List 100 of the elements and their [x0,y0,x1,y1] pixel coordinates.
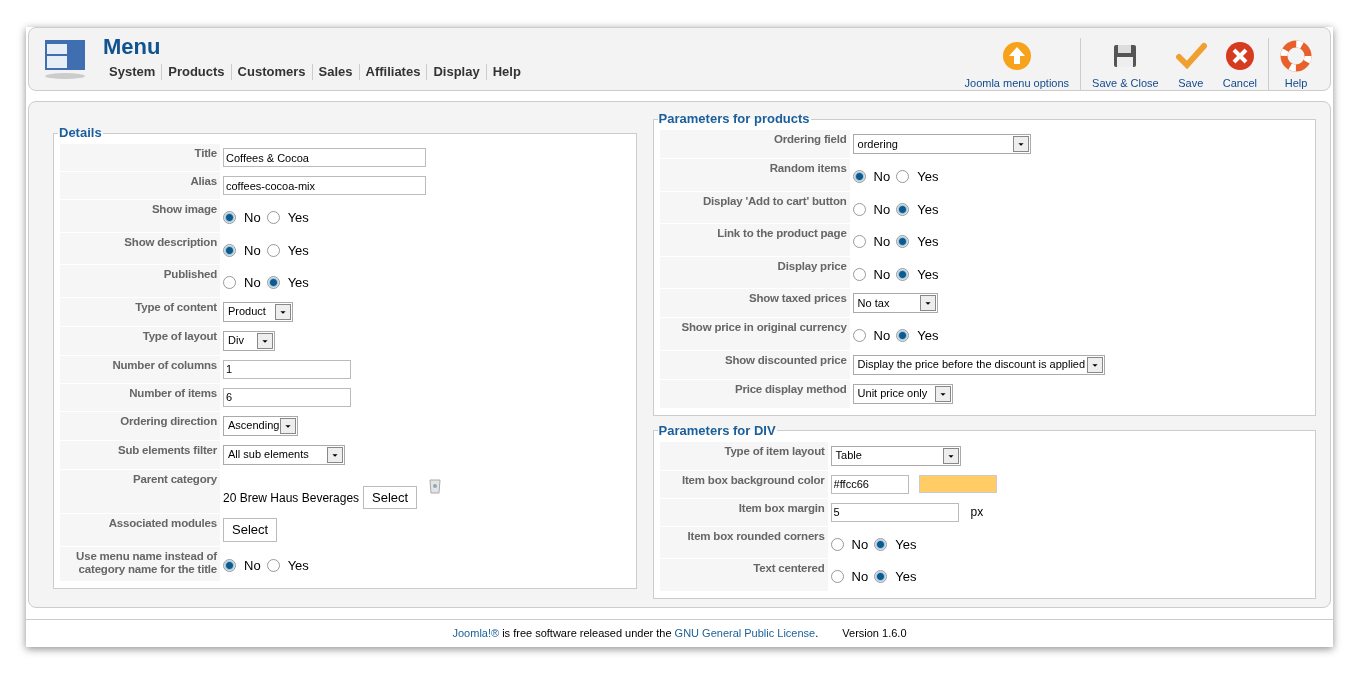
field-label: Show taxed prices [659,289,850,317]
text-field[interactable]: 1 [223,359,351,379]
radio-button[interactable] [223,211,236,225]
field-label: Number of items [60,383,220,411]
field-label: Ordering field [659,130,850,158]
toolbar-button[interactable]: Joomla menu options [956,38,1078,94]
unit-label: px [970,504,984,521]
dropdown[interactable]: Product [223,301,293,322]
text-field[interactable]: #ffcc66 [830,474,909,494]
checkmark-icon [1174,40,1207,72]
radio-label: No [873,265,891,284]
radio-label: Yes [895,568,917,586]
dropdown[interactable]: Unit price only [852,383,953,404]
radio-label: Yes [287,241,309,260]
field-label: Show description [60,232,220,264]
menu-link[interactable]: System [103,64,162,80]
radio-button[interactable] [223,276,236,290]
field-label: Link to the product page [659,224,850,256]
dropdown[interactable]: Display the price before the discount is applied [852,354,1105,375]
radio-button[interactable] [896,235,910,249]
select-button[interactable]: Select [363,485,418,509]
text-field[interactable]: 6 [223,387,351,407]
section-legend: Parameters for DIV [657,423,777,438]
select-button[interactable]: Select [223,518,278,542]
radio-label: No [873,200,891,219]
radio-button[interactable] [223,243,236,257]
radio-button[interactable] [223,559,236,572]
field-label: Sub elements filter [60,440,220,469]
radio-button[interactable] [852,202,866,216]
field-label: Show price in original currency [659,318,850,350]
radio-label: No [244,209,261,227]
category-name: 20 Brew Haus Beverages [223,489,360,507]
radio-label: No [851,535,869,554]
radio-button[interactable] [896,202,910,216]
menu-link[interactable]: Sales [311,64,359,80]
menu-link[interactable]: Products [161,64,231,80]
cancel-icon [1223,40,1256,72]
radio-button[interactable] [874,537,888,551]
text-field[interactable]: 5 [830,502,959,522]
menu-link[interactable]: Affiliates [358,64,427,80]
field-label: Published [60,265,220,297]
toolbar-button[interactable]: Save [1166,38,1215,94]
radio-button[interactable] [266,559,280,572]
field-label: Text centered [659,559,828,591]
field-label: Type of item layout [659,441,828,470]
radio-label: No [873,168,891,186]
radio-button[interactable] [830,537,844,551]
radio-button[interactable] [874,570,888,584]
radio-label: Yes [917,233,939,251]
radio-label: No [873,233,891,251]
radio-button[interactable] [852,267,866,281]
dropdown[interactable]: Ascending [223,415,298,436]
lifebuoy-icon [1280,40,1312,72]
radio-button[interactable] [830,570,844,584]
field-label: Number of columns [60,355,220,383]
radio-label: Yes [287,274,309,292]
radio-button[interactable] [852,235,866,249]
field-label: Item box margin [659,498,828,526]
text-field[interactable]: coffees-cocoa-mix [223,176,426,195]
radio-button[interactable] [896,267,910,281]
menu-link[interactable]: Help [485,64,527,80]
footer-text: Joomla!® is free software released under the GNU General Public License. [452,626,819,642]
dropdown[interactable]: ordering [852,134,1031,154]
radio-label: Yes [917,327,939,345]
field-label: Alias [60,172,220,199]
footer-link[interactable]: GNU General Public License [674,627,816,640]
radio-button[interactable] [266,276,280,290]
field-label: Type of content [60,297,220,326]
radio-button[interactable] [896,329,910,343]
radio-button[interactable] [266,243,280,257]
radio-button[interactable] [852,170,866,184]
menu-link[interactable]: Display [426,64,486,80]
toolbar-button[interactable]: Save & Close [1084,38,1167,94]
field-label: Price display method [659,379,850,408]
field-label: Parent category [60,469,220,513]
field-label: Display 'Add to cart' button [659,191,850,223]
radio-button[interactable] [852,329,866,343]
toolbar-button[interactable]: Cancel [1214,38,1265,94]
dropdown[interactable]: No tax [852,293,938,313]
menu-link[interactable]: Customers [230,64,312,80]
radio-button[interactable] [896,170,910,184]
radio-button[interactable] [266,211,280,225]
dropdown[interactable]: All sub elements [223,444,345,465]
radio-label: Yes [917,265,939,284]
field-label: Use menu name instead of category name for the title [60,546,220,581]
dropdown[interactable]: Div [223,330,275,351]
text-field[interactable]: Coffees & Cocoa [223,148,426,167]
footer-link[interactable]: Joomla!® [452,627,500,640]
field-label: Show image [60,200,220,232]
field-label: Random items [659,159,850,191]
dropdown[interactable]: Table [830,445,961,466]
radio-label: No [244,274,261,292]
radio-label: No [244,556,261,575]
toolbar-button[interactable]: Help [1272,38,1320,94]
radio-label: Yes [917,168,939,186]
radio-label: Yes [287,556,309,575]
radio-label: No [873,327,891,345]
menu-manager-icon [43,38,87,80]
field-label: Show discounted price [659,350,850,379]
radio-label: No [851,568,869,586]
